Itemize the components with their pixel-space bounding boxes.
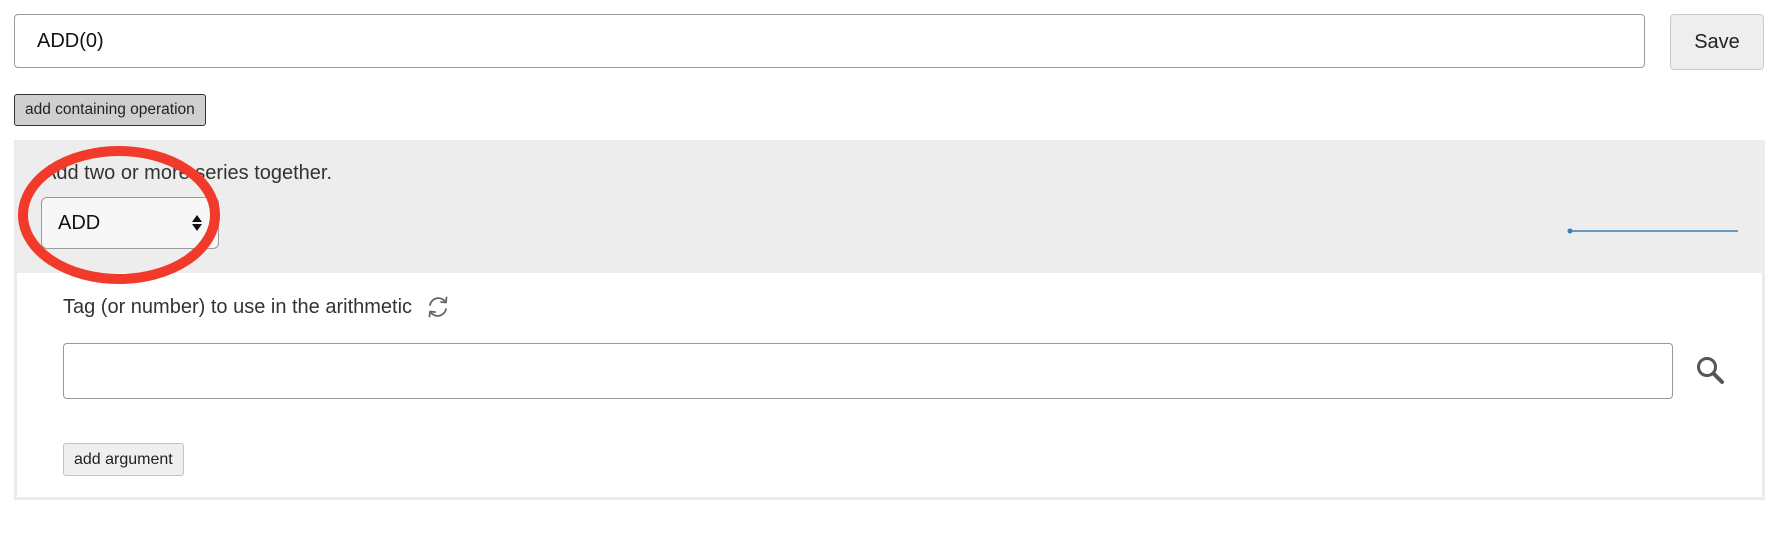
operation-select[interactable]: ADD [41,197,219,249]
argument-label: Tag (or number) to use in the arithmetic [63,295,413,318]
save-button[interactable]: Save [1670,14,1764,70]
expression-input[interactable] [14,14,1645,68]
updown-arrows-icon [192,215,202,231]
operation-panel: Add two or more series together. ADD Tag… [14,140,1765,500]
page: Save add containing operation Add two or… [0,0,1771,560]
add-argument-button[interactable]: add argument [63,443,184,476]
operation-header: Add two or more series together. ADD [17,140,1765,273]
add-containing-operation-button[interactable]: add containing operation [14,94,206,126]
operation-description: Add two or more series together. [43,162,333,184]
argument-label-row: Tag (or number) to use in the arithmetic [63,293,452,321]
search-icon[interactable] [1694,354,1728,388]
operation-select-value: ADD [58,211,101,234]
refresh-icon[interactable] [424,293,452,321]
argument-input[interactable] [63,343,1673,399]
sparkline-preview [1567,228,1738,234]
